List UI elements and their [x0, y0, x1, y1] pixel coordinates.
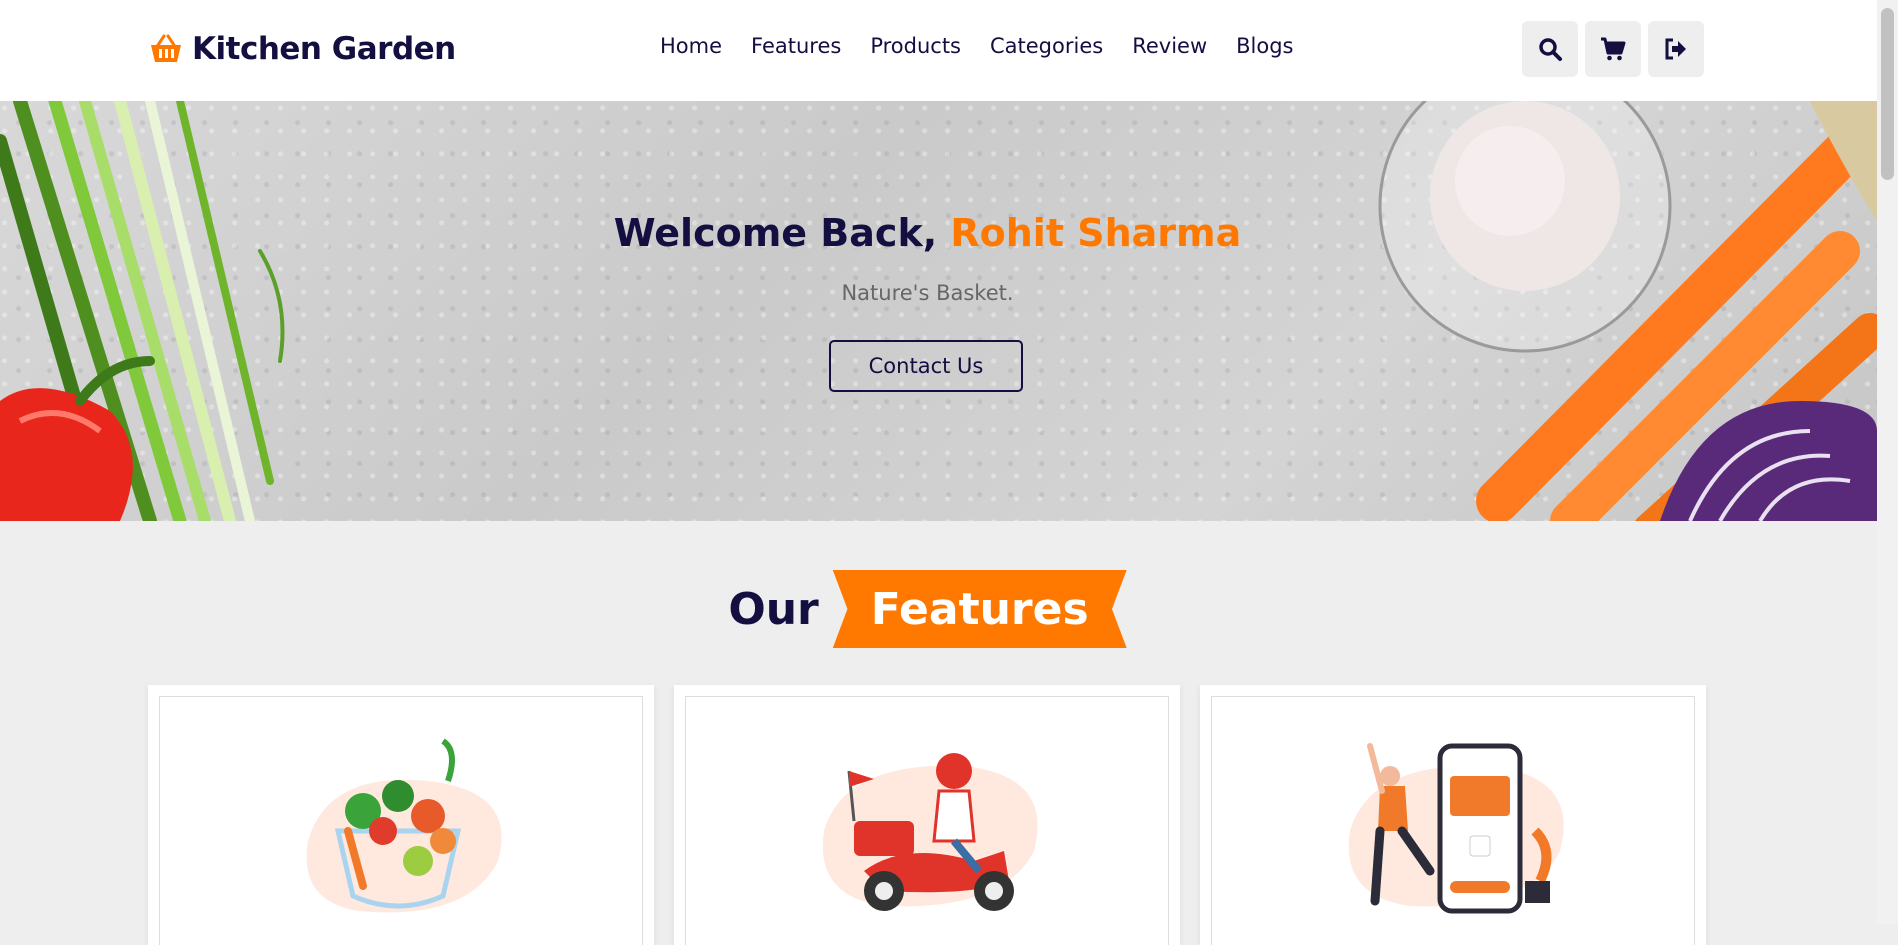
fresh-vegetables-illustration: [306, 738, 502, 913]
features-heading: Our Features: [0, 570, 1855, 648]
search-button[interactable]: [1522, 21, 1578, 77]
scrollbar-thumb[interactable]: [1881, 8, 1894, 180]
heading-our: Our: [728, 583, 819, 635]
brand-name: Kitchen Garden: [192, 31, 456, 67]
logout-button[interactable]: [1648, 21, 1704, 77]
heading-features: Features: [832, 570, 1127, 648]
feature-cards: [148, 685, 1706, 945]
nav-home[interactable]: Home: [660, 34, 722, 58]
hero-banner: Welcome Back, Rohit Sharma Nature's Bask…: [0, 101, 1877, 521]
nav-features[interactable]: Features: [751, 34, 841, 58]
nav-categories[interactable]: Categories: [990, 34, 1103, 58]
logout-icon: [1665, 38, 1686, 60]
welcome-text: Welcome Back,: [613, 211, 951, 255]
delivery-scooter-illustration: [822, 753, 1038, 911]
cart-icon: [1601, 37, 1626, 61]
page-scrollbar[interactable]: [1877, 0, 1898, 924]
basket-icon: [151, 34, 181, 62]
feature-card: [1200, 685, 1706, 945]
feature-card: [148, 685, 654, 945]
header-icons: [1522, 21, 1704, 77]
feature-card: [674, 685, 1180, 945]
hero-subtitle: Nature's Basket.: [841, 281, 1014, 305]
user-name: Rohit Sharma: [950, 211, 1242, 255]
contact-us-button[interactable]: Contact Us: [829, 340, 1023, 392]
nav-products[interactable]: Products: [870, 34, 961, 58]
hero-content: Welcome Back, Rohit Sharma Nature's Bask…: [0, 101, 1855, 521]
brand-logo[interactable]: Kitchen Garden: [148, 26, 456, 72]
mobile-payment-illustration: [1348, 743, 1564, 914]
hero-title: Welcome Back, Rohit Sharma: [0, 211, 1855, 255]
cart-button[interactable]: [1585, 21, 1641, 77]
site-header: Kitchen Garden Home Features Products Ca…: [0, 0, 1877, 101]
nav-review[interactable]: Review: [1132, 34, 1207, 58]
search-icon: [1539, 38, 1562, 61]
nav-blogs[interactable]: Blogs: [1236, 34, 1293, 58]
main-nav: Home Features Products Categories Review…: [660, 34, 1294, 58]
